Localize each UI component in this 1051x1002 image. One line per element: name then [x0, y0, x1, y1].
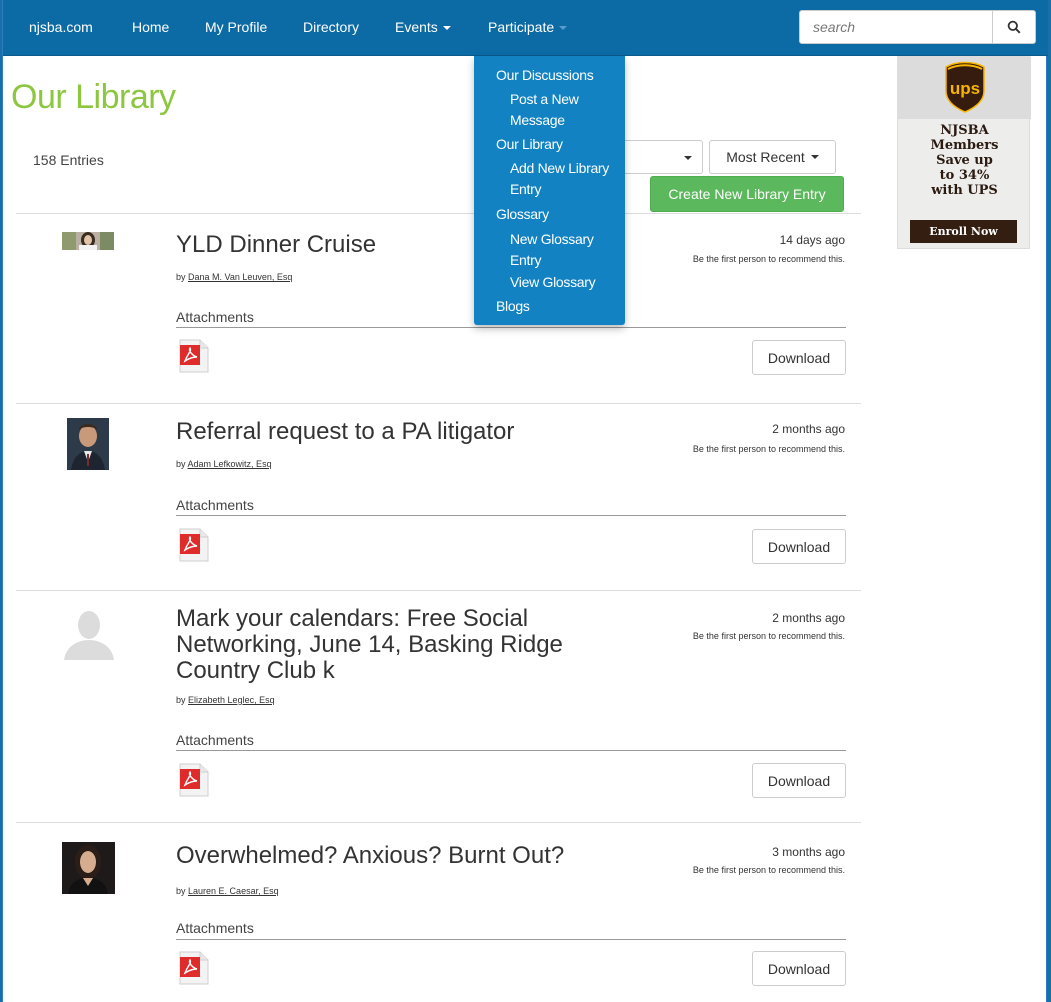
nav-directory-link[interactable]: Directory	[303, 19, 359, 35]
library-entry: YLD Dinner Cruise by Dana M. Van Leuven,…	[16, 214, 861, 404]
pdf-file-icon[interactable]	[178, 528, 210, 562]
ad-copy: NJSBA Members Save up to 34% with UPS	[898, 123, 1031, 198]
author-link[interactable]: Elizabeth Leglec, Esq	[188, 695, 275, 705]
attachments-label: Attachments	[176, 732, 254, 748]
ups-ad-banner[interactable]: ups NJSBA Members Save up to 34% with UP…	[897, 56, 1031, 249]
menu-item-add-library-line2: Entry	[510, 181, 542, 197]
recommend-text: Be the first person to recommend this.	[692, 631, 845, 641]
menu-item-our-library[interactable]: Our Library	[496, 134, 563, 155]
entry-byline: by Lauren E. Caesar, Esq	[176, 886, 279, 896]
byline-prefix: by	[176, 459, 186, 469]
download-button[interactable]: Download	[752, 951, 846, 986]
nav-home-link[interactable]: Home	[132, 19, 169, 35]
entry-timestamp: 14 days ago	[779, 233, 845, 247]
ad-line: with UPS	[931, 183, 998, 198]
menu-item-our-discussions[interactable]: Our Discussions	[496, 65, 594, 86]
search-input[interactable]	[799, 10, 993, 44]
entry-title[interactable]: Referral request to a PA litigator	[176, 419, 616, 445]
sort-dropdown-button[interactable]: Most Recent	[709, 140, 836, 174]
attachments-label: Attachments	[176, 309, 254, 325]
pdf-file-icon[interactable]	[178, 763, 210, 797]
attachments-label: Attachments	[176, 920, 254, 936]
ad-line: NJSBA	[940, 123, 989, 138]
chevron-down-icon	[684, 156, 692, 160]
avatar[interactable]	[62, 842, 115, 894]
ad-line: Members	[930, 138, 999, 153]
chevron-down-icon	[810, 155, 819, 159]
entry-timestamp: 3 months ago	[772, 845, 845, 859]
entry-byline: by Dana M. Van Leuven, Esq	[176, 272, 292, 282]
divider	[176, 939, 846, 940]
page-title: Our Library	[11, 78, 176, 116]
recommend-text: Be the first person to recommend this.	[692, 254, 845, 264]
search-icon	[1007, 20, 1021, 34]
download-button[interactable]: Download	[752, 340, 846, 375]
recommend-text: Be the first person to recommend this.	[692, 444, 845, 454]
nav-my-profile-link[interactable]: My Profile	[205, 19, 267, 35]
library-entry: Referral request to a PA litigator by Ad…	[16, 404, 861, 591]
menu-item-post-message-line1: Post a New	[510, 91, 579, 107]
attachments-label: Attachments	[176, 497, 254, 513]
byline-prefix: by	[176, 695, 186, 705]
divider	[176, 327, 846, 328]
ups-logo: ups	[945, 61, 985, 113]
menu-item-add-library-line1: Add New Library	[510, 160, 609, 176]
library-entry: Mark your calendars: Free Social Network…	[16, 591, 861, 823]
sort-label: Most Recent	[726, 149, 805, 165]
ad-header: ups	[898, 57, 1031, 119]
pdf-file-icon[interactable]	[178, 339, 210, 373]
entry-byline: by Elizabeth Leglec, Esq	[176, 695, 275, 705]
entry-title[interactable]: Mark your calendars: Free Social Network…	[176, 606, 616, 684]
author-link[interactable]: Dana M. Van Leuven, Esq	[188, 272, 292, 282]
divider	[176, 750, 846, 751]
page-frame: njsba.com Home My Profile Directory Even…	[2, 0, 1048, 1002]
participate-dropdown-menu: Our Discussions Post a New Message Our L…	[474, 56, 625, 325]
recommend-text: Be the first person to recommend this.	[692, 865, 845, 875]
menu-item-add-library-entry[interactable]: Add New Library Entry	[510, 158, 622, 200]
entry-byline: by Adam Lefkowitz, Esq	[176, 459, 272, 469]
entry-timestamp: 2 months ago	[772, 611, 845, 625]
divider	[176, 515, 846, 516]
nav-brand-link[interactable]: njsba.com	[29, 19, 93, 35]
byline-prefix: by	[176, 272, 186, 282]
menu-item-post-message-line2: Message	[510, 112, 565, 128]
nav-events-dropdown[interactable]: Events	[395, 19, 451, 35]
menu-item-post-message[interactable]: Post a New Message	[510, 89, 622, 131]
pdf-file-icon[interactable]	[178, 951, 210, 985]
nav-participate-label: Participate	[488, 19, 555, 35]
avatar[interactable]	[62, 608, 116, 660]
ad-line: to 34%	[939, 168, 990, 183]
entry-title[interactable]: Overwhelmed? Anxious? Burnt Out?	[176, 843, 616, 869]
author-link[interactable]: Lauren E. Caesar, Esq	[188, 886, 279, 896]
menu-item-new-glossary-line2: Entry	[510, 252, 542, 268]
chevron-down-icon	[442, 26, 451, 31]
chevron-down-icon	[559, 26, 568, 31]
menu-item-view-glossary[interactable]: View Glossary	[510, 272, 622, 293]
avatar[interactable]	[67, 418, 109, 470]
menu-item-new-glossary-entry[interactable]: New Glossary Entry	[510, 229, 622, 271]
nav-participate-dropdown[interactable]: Participate	[488, 19, 568, 35]
byline-prefix: by	[176, 886, 186, 896]
download-button[interactable]: Download	[752, 763, 846, 798]
ad-enroll-button[interactable]: Enroll Now	[910, 220, 1017, 243]
menu-item-new-glossary-line1: New Glossary	[510, 231, 594, 247]
library-entry: Overwhelmed? Anxious? Burnt Out? by Laur…	[16, 823, 861, 1002]
ad-line: Save up	[936, 153, 993, 168]
create-library-entry-button[interactable]: Create New Library Entry	[650, 176, 844, 212]
author-link[interactable]: Adam Lefkowitz, Esq	[188, 459, 272, 469]
entries-count: 158 Entries	[33, 152, 104, 168]
entry-timestamp: 2 months ago	[772, 422, 845, 436]
filter-select[interactable]	[621, 140, 703, 174]
ups-logo-text: ups	[950, 79, 980, 98]
nav-events-label: Events	[395, 19, 438, 35]
menu-item-glossary[interactable]: Glossary	[496, 204, 549, 225]
top-navbar: njsba.com Home My Profile Directory Even…	[3, 0, 1048, 56]
menu-item-blogs[interactable]: Blogs	[496, 296, 530, 317]
search-button[interactable]	[992, 10, 1036, 44]
download-button[interactable]: Download	[752, 529, 846, 564]
avatar[interactable]	[62, 232, 114, 250]
